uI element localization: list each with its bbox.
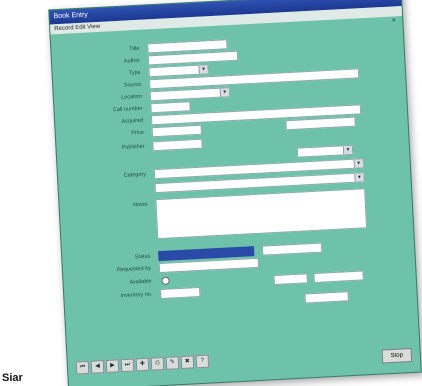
next-record-icon[interactable]: ▶ — [105, 359, 120, 373]
chevron-down-icon[interactable]: ▼ — [219, 88, 230, 97]
code-field[interactable] — [285, 116, 356, 131]
label-category: Category — [123, 171, 147, 179]
app-window: Book Entry Record Edit View × Title Auth… — [48, 0, 422, 386]
type-select[interactable]: ▼ — [148, 64, 209, 78]
chevron-down-icon[interactable]: ▼ — [342, 145, 353, 155]
label-source: Source — [123, 81, 142, 89]
label-type: Type — [128, 69, 141, 77]
label-location: Location — [121, 93, 143, 101]
label-notes: Notes — [133, 201, 148, 209]
close-icon[interactable]: × — [389, 17, 398, 25]
label-price: Price — [131, 129, 144, 137]
label-publisher: Publisher — [121, 143, 145, 151]
label-title: Title — [129, 45, 140, 53]
label-author: Author — [123, 57, 141, 65]
available-checkbox[interactable] — [161, 276, 170, 285]
delete-icon[interactable]: ✖ — [180, 355, 195, 370]
chevron-down-icon[interactable]: ▼ — [198, 65, 208, 74]
notes-textarea[interactable] — [155, 188, 368, 240]
status-detail-field[interactable] — [261, 242, 323, 256]
prev-record-icon[interactable]: ◀ — [90, 360, 105, 374]
first-record-icon[interactable]: ⏮ — [75, 360, 90, 375]
last-record-icon[interactable]: ⏭ — [120, 358, 135, 373]
print-icon[interactable]: ⎙ — [150, 356, 165, 371]
condition-select[interactable]: ▼ — [296, 144, 354, 158]
count-field[interactable] — [304, 291, 349, 304]
call-number-field[interactable] — [150, 101, 191, 114]
new-record-icon[interactable]: ✚ — [135, 357, 150, 372]
chevron-down-icon[interactable]: ▼ — [353, 159, 363, 168]
author-field[interactable] — [147, 50, 239, 66]
label-call: Call number — [112, 105, 143, 114]
chevron-down-icon[interactable]: ▼ — [354, 173, 364, 182]
location-select[interactable]: ▼ — [149, 87, 231, 102]
label-status: Status — [134, 253, 151, 261]
date-extra-field[interactable] — [313, 270, 364, 283]
label-available: Available — [129, 278, 152, 286]
label-acquired: Acquired — [121, 117, 144, 125]
help-icon[interactable]: ? — [195, 354, 210, 369]
screenshot-stage: Book Entry Record Edit View × Title Auth… — [0, 0, 422, 386]
inventory-field[interactable] — [160, 286, 201, 300]
date-field[interactable] — [273, 273, 308, 286]
label-inventory: Inventory no. — [120, 291, 153, 300]
stop-button[interactable]: Stop — [381, 347, 413, 364]
record-navigation-toolbar: ⏮ ◀ ▶ ⏭ ✚ ⎙ ✎ ✖ ? — [75, 354, 210, 376]
edit-icon[interactable]: ✎ — [165, 356, 180, 370]
label-requested-by: Requested by — [116, 265, 152, 274]
caption-text: Siar — [2, 372, 23, 384]
publisher-field[interactable] — [152, 138, 203, 152]
price-field[interactable] — [151, 124, 203, 138]
